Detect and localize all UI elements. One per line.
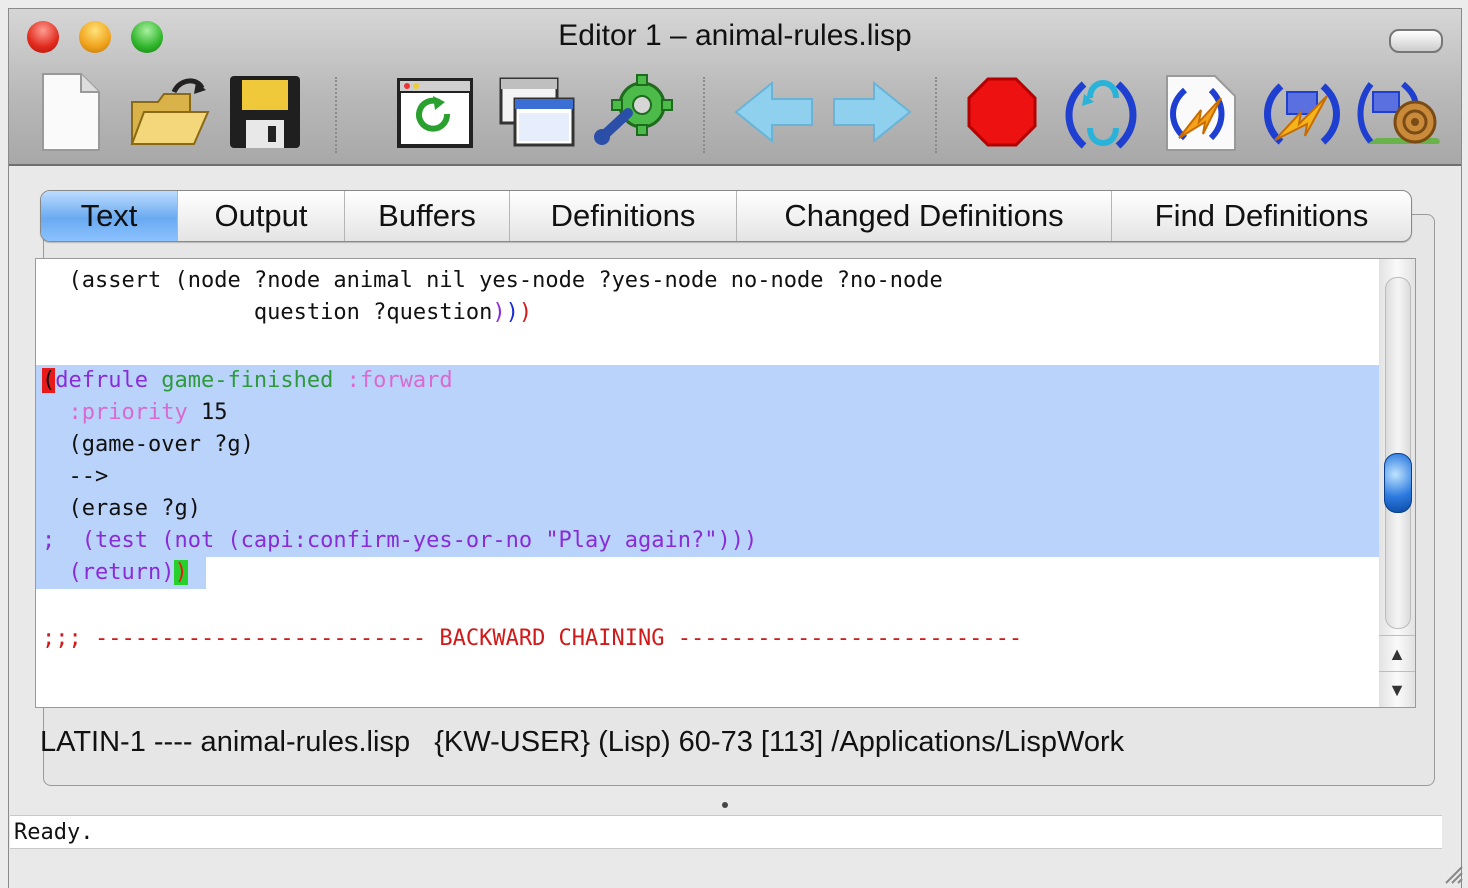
code-token: question ?question (42, 300, 493, 325)
code-token: 15 (187, 400, 228, 425)
windows-icon (499, 77, 575, 147)
vertical-scrollbar[interactable]: ▲ ▼ (1379, 258, 1416, 708)
code-line[interactable]: (erase ?g) (36, 493, 1380, 525)
break-button[interactable] (1159, 71, 1243, 153)
splitter-handle[interactable] (722, 802, 728, 808)
snail-icon (1357, 81, 1440, 144)
toolbar-separator (703, 77, 705, 153)
title-bar: Editor 1 – animal-rules.lisp (9, 9, 1461, 166)
open-folder-icon (130, 78, 210, 145)
new-document-icon (42, 73, 100, 151)
toolbar-separator (935, 77, 937, 153)
save-file-button[interactable] (225, 71, 305, 153)
stop-button[interactable] (963, 71, 1041, 153)
code-line[interactable]: ;;; ------------------------- BACKWARD C… (36, 623, 1380, 655)
toolbar-toggle-button[interactable] (1389, 29, 1443, 53)
step-button[interactable] (1355, 71, 1445, 153)
code-line[interactable]: :priority 15 (36, 397, 1380, 429)
arrow-left-icon (734, 80, 813, 144)
tab-find-definitions[interactable]: Find Definitions (1112, 191, 1411, 241)
code-line[interactable]: ; (test (not (capi:confirm-yes-or-no "Pl… (36, 525, 1380, 557)
window-title: Editor 1 – animal-rules.lisp (558, 19, 912, 52)
code-token: node ?node animal nil yes-node ?yes-node… (187, 268, 943, 293)
code-line[interactable]: (return)) (36, 557, 1380, 589)
tab-output[interactable]: Output (178, 191, 345, 241)
code-token: (erase ?g) (42, 496, 201, 521)
evaluate-button[interactable] (1059, 71, 1143, 153)
lightning-window-icon (1264, 83, 1340, 145)
code-token: ) (492, 300, 506, 325)
tab-text[interactable]: Text (41, 191, 178, 241)
arrow-up-icon: ▲ (1388, 643, 1406, 664)
code-editor[interactable]: (assert (node ?node animal nil yes-node … (35, 258, 1381, 708)
resize-grip-icon[interactable] (1440, 861, 1464, 885)
code-token: (game-over ?g) (42, 432, 254, 457)
open-file-button[interactable] (127, 71, 213, 153)
code-token: game-finished (161, 368, 347, 393)
code-token: :forward (346, 368, 453, 393)
code-line[interactable] (36, 591, 1380, 623)
scroll-down-button[interactable]: ▼ (1379, 671, 1415, 708)
arrow-down-icon: ▼ (1388, 679, 1406, 700)
save-floppy-icon (230, 76, 300, 148)
lightning-doc-icon (1166, 75, 1236, 151)
code-line[interactable]: --> (36, 461, 1380, 493)
code-token: --> (42, 464, 109, 489)
tools-button[interactable] (591, 71, 679, 153)
new-window-button[interactable] (495, 71, 579, 153)
code-token: (return) (68, 560, 175, 585)
code-line[interactable]: (game-over ?g) (36, 429, 1380, 461)
gear-wrench-icon (594, 74, 673, 145)
mode-line: LATIN-1 ---- animal-rules.lisp {KW-USER}… (40, 726, 1125, 758)
tab-bar: Text Output Buffers Definitions Changed … (40, 190, 1412, 242)
code-line[interactable]: question ?question))) (36, 297, 1380, 329)
arrow-right-icon (833, 80, 912, 144)
forward-button[interactable] (827, 71, 917, 153)
scroll-thumb[interactable] (1384, 453, 1412, 513)
code-line[interactable] (36, 331, 1380, 363)
code-token: defrule (55, 368, 162, 393)
back-button[interactable] (729, 71, 819, 153)
code-line[interactable]: (assert (node ?node animal nil yes-node … (36, 265, 1380, 297)
code-line[interactable]: (defrule game-finished :forward (36, 365, 1380, 397)
tab-definitions[interactable]: Definitions (510, 191, 737, 241)
code-token: ) (505, 300, 519, 325)
tab-changed-definitions[interactable]: Changed Definitions (737, 191, 1112, 241)
code-token: ( (42, 368, 56, 393)
status-bar: Ready. (10, 815, 1442, 849)
code-token: :priority (68, 400, 188, 425)
code-token: ) (518, 300, 533, 325)
scroll-up-button[interactable]: ▲ (1379, 635, 1415, 672)
toolbar-separator (335, 77, 337, 153)
tab-buffers[interactable]: Buffers (345, 191, 510, 241)
code-token: ; (test (not (capi:confirm-yes-or-no "Pl… (42, 528, 758, 553)
new-file-button[interactable] (35, 71, 105, 153)
parentheses-cycle-icon (1065, 80, 1137, 149)
stop-octagon-icon (967, 77, 1037, 147)
break-window-button[interactable] (1259, 71, 1345, 153)
code-token: ) (174, 560, 188, 585)
refresh-window-icon (397, 78, 473, 148)
compile-buffer-button[interactable] (395, 71, 475, 153)
code-token: ;;; ------------------------- BACKWARD C… (42, 626, 1023, 651)
status-text: Ready. (14, 820, 94, 845)
code-token: (assert ( (68, 268, 188, 293)
